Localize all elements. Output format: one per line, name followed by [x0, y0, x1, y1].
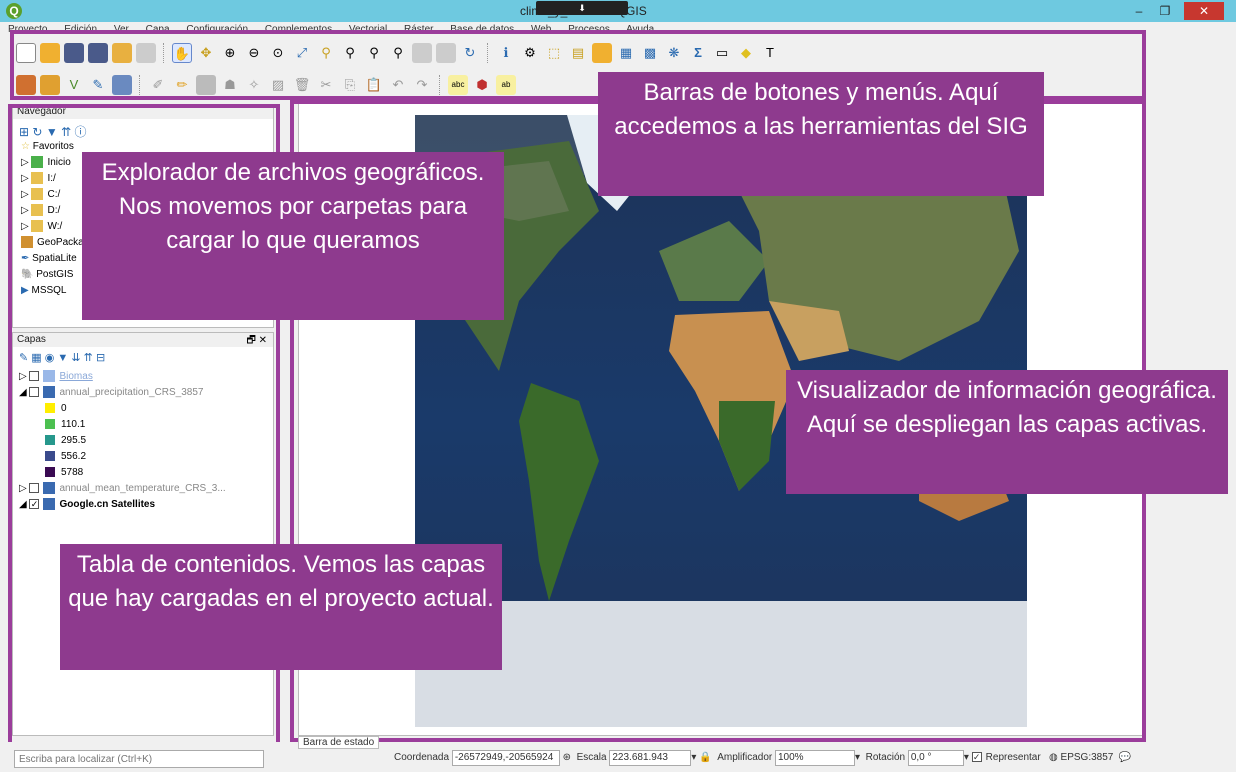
rotation-field[interactable]: 0,0 ° [907, 750, 964, 766]
locator-search-input[interactable] [14, 750, 264, 768]
coordinate-field[interactable]: -26572949,-20565924 [451, 750, 560, 766]
scale-label: Escala [576, 752, 607, 763]
globe-icon[interactable]: ◍ [1049, 752, 1058, 763]
spin-icon[interactable]: ▾ [964, 752, 969, 763]
qgis-logo-icon: Q [6, 3, 22, 19]
title-bar: Q clima_y_biomas - QGIS ⬇ – ❐ ✕ [0, 0, 1236, 22]
rotation-label: Rotación [865, 752, 906, 763]
callout-navigator: Explorador de archivos geográficos. Nos … [82, 152, 504, 320]
lock-icon[interactable]: 🔒 [699, 752, 711, 763]
render-checkbox[interactable]: ✓ [971, 752, 982, 763]
chevron-down-icon[interactable]: ▾ [691, 752, 696, 763]
status-tab[interactable]: Barra de estado [298, 736, 380, 749]
messages-icon[interactable]: 💬 [1119, 752, 1131, 763]
minimize-button[interactable]: – [1126, 2, 1152, 20]
status-bar: Barra de estado Coordenada -26572949,-20… [0, 736, 1236, 772]
coordinate-label: Coordenada [394, 752, 450, 763]
status-fields: Coordenada -26572949,-20565924 ⊛ Escala … [394, 750, 1131, 766]
crs-button[interactable]: EPSG:3857 [1061, 752, 1114, 763]
callout-toolbars: Barras de botones y menús. Aquí accedemo… [598, 72, 1044, 196]
magnifier-field[interactable]: 100% [775, 750, 855, 766]
crs-lock-icon[interactable]: ⊛ [563, 752, 571, 763]
scale-field[interactable]: 223.681.943 [609, 750, 692, 766]
callout-toc: Tabla de contenidos. Vemos las capas que… [60, 544, 502, 670]
spin-icon[interactable]: ▾ [855, 752, 860, 763]
magnifier-label: Amplificador [717, 752, 773, 763]
callout-map: Visualizador de información geográfica. … [786, 370, 1228, 494]
maximize-button[interactable]: ❐ [1152, 2, 1178, 20]
render-label: Representar [985, 752, 1041, 763]
close-button[interactable]: ✕ [1184, 2, 1224, 20]
drag-handle[interactable]: ⬇ [536, 1, 628, 15]
